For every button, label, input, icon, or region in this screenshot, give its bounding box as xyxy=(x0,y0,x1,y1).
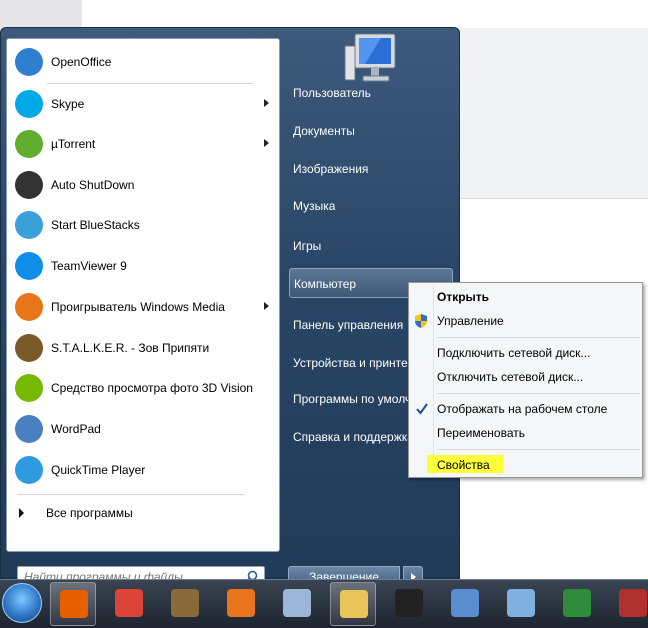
camtasia-icon xyxy=(563,589,591,617)
taskbar-button[interactable] xyxy=(554,582,600,626)
chrome-icon xyxy=(115,589,143,617)
program-item[interactable]: Средство просмотра фото 3D Vision xyxy=(9,369,277,407)
start-link[interactable]: Игры xyxy=(289,231,453,261)
openoffice-icon xyxy=(15,48,43,76)
obs-icon xyxy=(395,589,423,617)
program-label: Средство просмотра фото 3D Vision xyxy=(51,381,253,395)
uac-shield-icon xyxy=(415,314,427,328)
taskbar-button[interactable] xyxy=(106,582,152,626)
context-menu-item[interactable]: Свойства xyxy=(437,454,637,476)
program-label: QuickTime Player xyxy=(51,463,146,477)
all-programs-label: Все программы xyxy=(46,506,133,520)
taskbar-button[interactable] xyxy=(50,582,96,626)
taskbar-button[interactable] xyxy=(442,582,488,626)
wordpad-icon xyxy=(15,415,43,443)
taskbar-button[interactable] xyxy=(498,582,544,626)
taskbar-button[interactable] xyxy=(610,582,648,626)
firefox-icon xyxy=(60,590,88,618)
program-label: Start BlueStacks xyxy=(51,218,140,232)
program-label: Проигрыватель Windows Media xyxy=(51,300,225,314)
start-link[interactable]: Пользователь xyxy=(289,78,453,108)
submenu-arrow-icon[interactable] xyxy=(264,302,269,310)
context-menu-item[interactable]: Управление xyxy=(437,310,637,332)
program-item[interactable]: Skype xyxy=(9,85,277,123)
context-menu-item[interactable]: Отображать на рабочем столе xyxy=(437,398,637,420)
program-label: Auto ShutDown xyxy=(51,178,135,192)
menu-separator xyxy=(437,449,640,450)
pdf-icon xyxy=(227,589,255,617)
context-menu-gutter xyxy=(433,285,434,475)
taskbar-button[interactable] xyxy=(218,582,264,626)
background-page-area xyxy=(458,28,648,198)
nvidia-3d-vision-icon xyxy=(15,374,43,402)
start-link[interactable]: Документы xyxy=(289,116,453,146)
context-menu-item[interactable]: Открыть xyxy=(437,286,637,308)
vlc-icon xyxy=(451,589,479,617)
program-item[interactable]: Start BlueStacks xyxy=(9,206,277,244)
start-button[interactable] xyxy=(2,583,42,623)
expand-arrow-icon xyxy=(19,508,24,518)
stalker-game-icon xyxy=(171,589,199,617)
quicktime-icon xyxy=(15,456,43,484)
utorrent-icon xyxy=(15,130,43,158)
taskbar xyxy=(0,579,648,628)
context-menu-item[interactable]: Переименовать xyxy=(437,422,637,444)
program-item[interactable]: TeamViewer 9 xyxy=(9,247,277,285)
start-menu: OpenOffice Skype µTorrent Auto ShutDown Star… xyxy=(0,27,460,604)
program-item[interactable]: OpenOffice xyxy=(9,43,277,81)
program-label: TeamViewer 9 xyxy=(51,259,127,273)
taskbar-button[interactable] xyxy=(162,582,208,626)
media-player-icon xyxy=(15,293,43,321)
calculator-icon xyxy=(283,589,311,617)
start-link[interactable]: Изображения xyxy=(289,154,453,184)
program-item[interactable]: Auto ShutDown xyxy=(9,166,277,204)
start-link[interactable]: Музыка xyxy=(289,191,453,221)
program-item[interactable]: QuickTime Player xyxy=(9,451,277,489)
context-menu-item[interactable]: Подключить сетевой диск... xyxy=(437,342,637,364)
program-item[interactable]: WordPad xyxy=(9,410,277,448)
program-item[interactable]: Проигрыватель Windows Media xyxy=(9,288,277,326)
context-menu: Открыть Управление Подключить сетевой диск… xyxy=(408,282,643,478)
skype-icon xyxy=(15,90,43,118)
program-label: µTorrent xyxy=(51,137,96,151)
program-label: S.T.A.L.K.E.R. - Зов Припяти xyxy=(51,341,210,355)
taskbar-button[interactable] xyxy=(386,582,432,626)
menu-separator xyxy=(437,393,640,394)
submenu-arrow-icon[interactable] xyxy=(264,99,269,107)
teamviewer-icon xyxy=(15,252,43,280)
pinned-separator xyxy=(47,83,253,84)
all-programs-button[interactable]: Все программы xyxy=(9,501,277,525)
stalker-icon xyxy=(15,334,43,362)
app-icon xyxy=(619,589,647,617)
bluestacks-icon xyxy=(15,211,43,239)
taskbar-button[interactable] xyxy=(274,582,320,626)
context-menu-item[interactable]: Отключить сетевой диск... xyxy=(437,366,637,388)
explorer-folder-icon xyxy=(340,590,368,618)
program-label: Skype xyxy=(51,97,85,111)
program-label: OpenOffice xyxy=(51,55,112,69)
power-icon xyxy=(15,171,43,199)
notepad-icon xyxy=(507,589,535,617)
checkmark-icon xyxy=(416,403,428,415)
background-divider xyxy=(458,198,648,199)
program-label: WordPad xyxy=(51,422,101,436)
submenu-arrow-icon[interactable] xyxy=(264,139,269,147)
taskbar-button[interactable] xyxy=(330,582,376,626)
program-item[interactable]: S.T.A.L.K.E.R. - Зов Припяти xyxy=(9,329,277,367)
programs-pane: OpenOffice Skype µTorrent Auto ShutDown Star… xyxy=(6,38,280,552)
program-item[interactable]: µTorrent xyxy=(9,125,277,163)
menu-separator xyxy=(437,337,640,338)
all-programs-separator xyxy=(17,494,245,495)
